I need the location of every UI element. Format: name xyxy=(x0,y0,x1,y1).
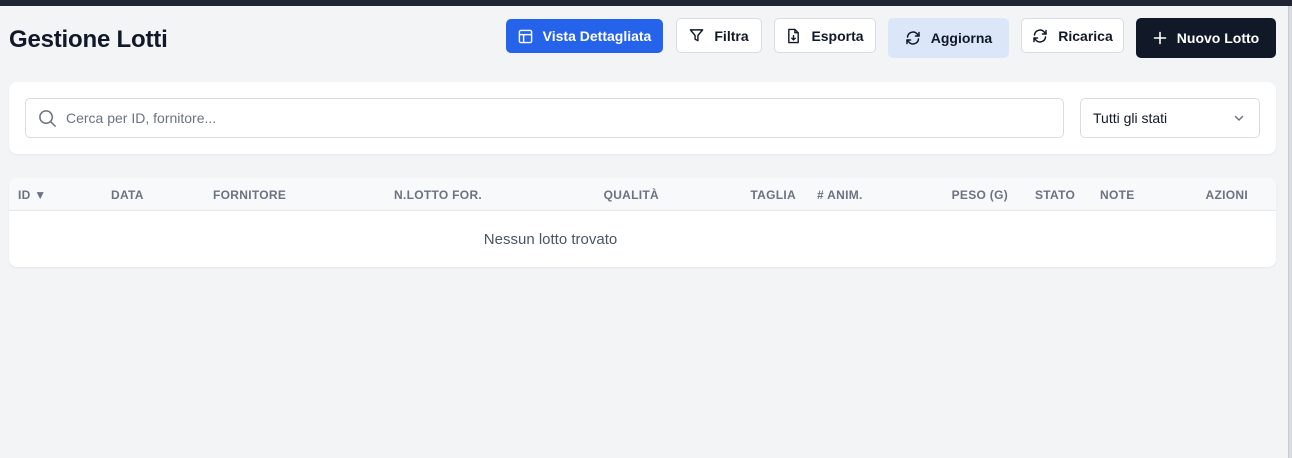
filter-icon xyxy=(690,29,704,42)
column-header-date[interactable]: DATA xyxy=(111,188,144,202)
column-header-quality[interactable]: QUALITÀ xyxy=(604,188,659,202)
column-header-notes[interactable]: NOTE xyxy=(1100,188,1135,202)
table-header: ID ▼ DATA FORNITORE N.LOTTO FOR. QUALITÀ… xyxy=(9,178,1276,211)
update-button[interactable]: Aggiorna xyxy=(888,18,1009,58)
column-header-actions: AZIONI xyxy=(1205,188,1248,202)
status-select[interactable]: Tutti gli stati xyxy=(1080,98,1260,138)
table-icon xyxy=(518,29,532,43)
column-header-weight[interactable]: PESO (G) xyxy=(952,188,1008,202)
chevron-down-icon xyxy=(1234,115,1244,121)
export-label: Esporta xyxy=(811,27,864,44)
export-button[interactable]: Esporta xyxy=(774,18,876,53)
file-download-icon xyxy=(788,28,800,43)
app-top-bar xyxy=(0,0,1292,6)
window-scrollbar[interactable] xyxy=(1288,6,1292,458)
search-icon xyxy=(39,109,56,127)
column-header-supplier-lot[interactable]: N.LOTTO FOR. xyxy=(394,188,482,202)
filter-button[interactable]: Filtra xyxy=(676,18,762,53)
filter-label: Filtra xyxy=(714,27,749,44)
reload-label: Ricarica xyxy=(1058,27,1113,44)
detailed-view-label: Vista Dettagliata xyxy=(542,28,652,44)
filter-panel: Tutti gli stati xyxy=(9,82,1276,154)
status-select-value: Tutti gli stati xyxy=(1093,110,1168,126)
update-label: Aggiorna xyxy=(930,30,993,46)
column-header-supplier[interactable]: FORNITORE xyxy=(213,188,286,202)
column-header-status[interactable]: STATO xyxy=(1035,188,1075,202)
reload-button[interactable]: Ricarica xyxy=(1021,18,1124,53)
refresh-icon xyxy=(1033,28,1047,43)
empty-state-message: Nessun lotto trovato xyxy=(483,231,618,248)
lots-table: ID ▼ DATA FORNITORE N.LOTTO FOR. QUALITÀ… xyxy=(9,178,1276,267)
page-title: Gestione Lotti xyxy=(9,26,168,53)
column-header-id[interactable]: ID ▼ xyxy=(18,188,46,202)
detailed-view-button[interactable]: Vista Dettagliata xyxy=(506,19,663,53)
search-box[interactable] xyxy=(25,98,1064,138)
new-lot-label: Nuovo Lotto xyxy=(1176,30,1260,46)
column-header-animals[interactable]: # ANIM. xyxy=(817,188,863,202)
refresh-icon xyxy=(906,31,920,45)
column-header-size[interactable]: TAGLIA xyxy=(750,188,796,202)
new-lot-button[interactable]: Nuovo Lotto xyxy=(1136,18,1276,58)
plus-icon xyxy=(1153,31,1167,45)
search-input[interactable] xyxy=(66,110,1026,126)
